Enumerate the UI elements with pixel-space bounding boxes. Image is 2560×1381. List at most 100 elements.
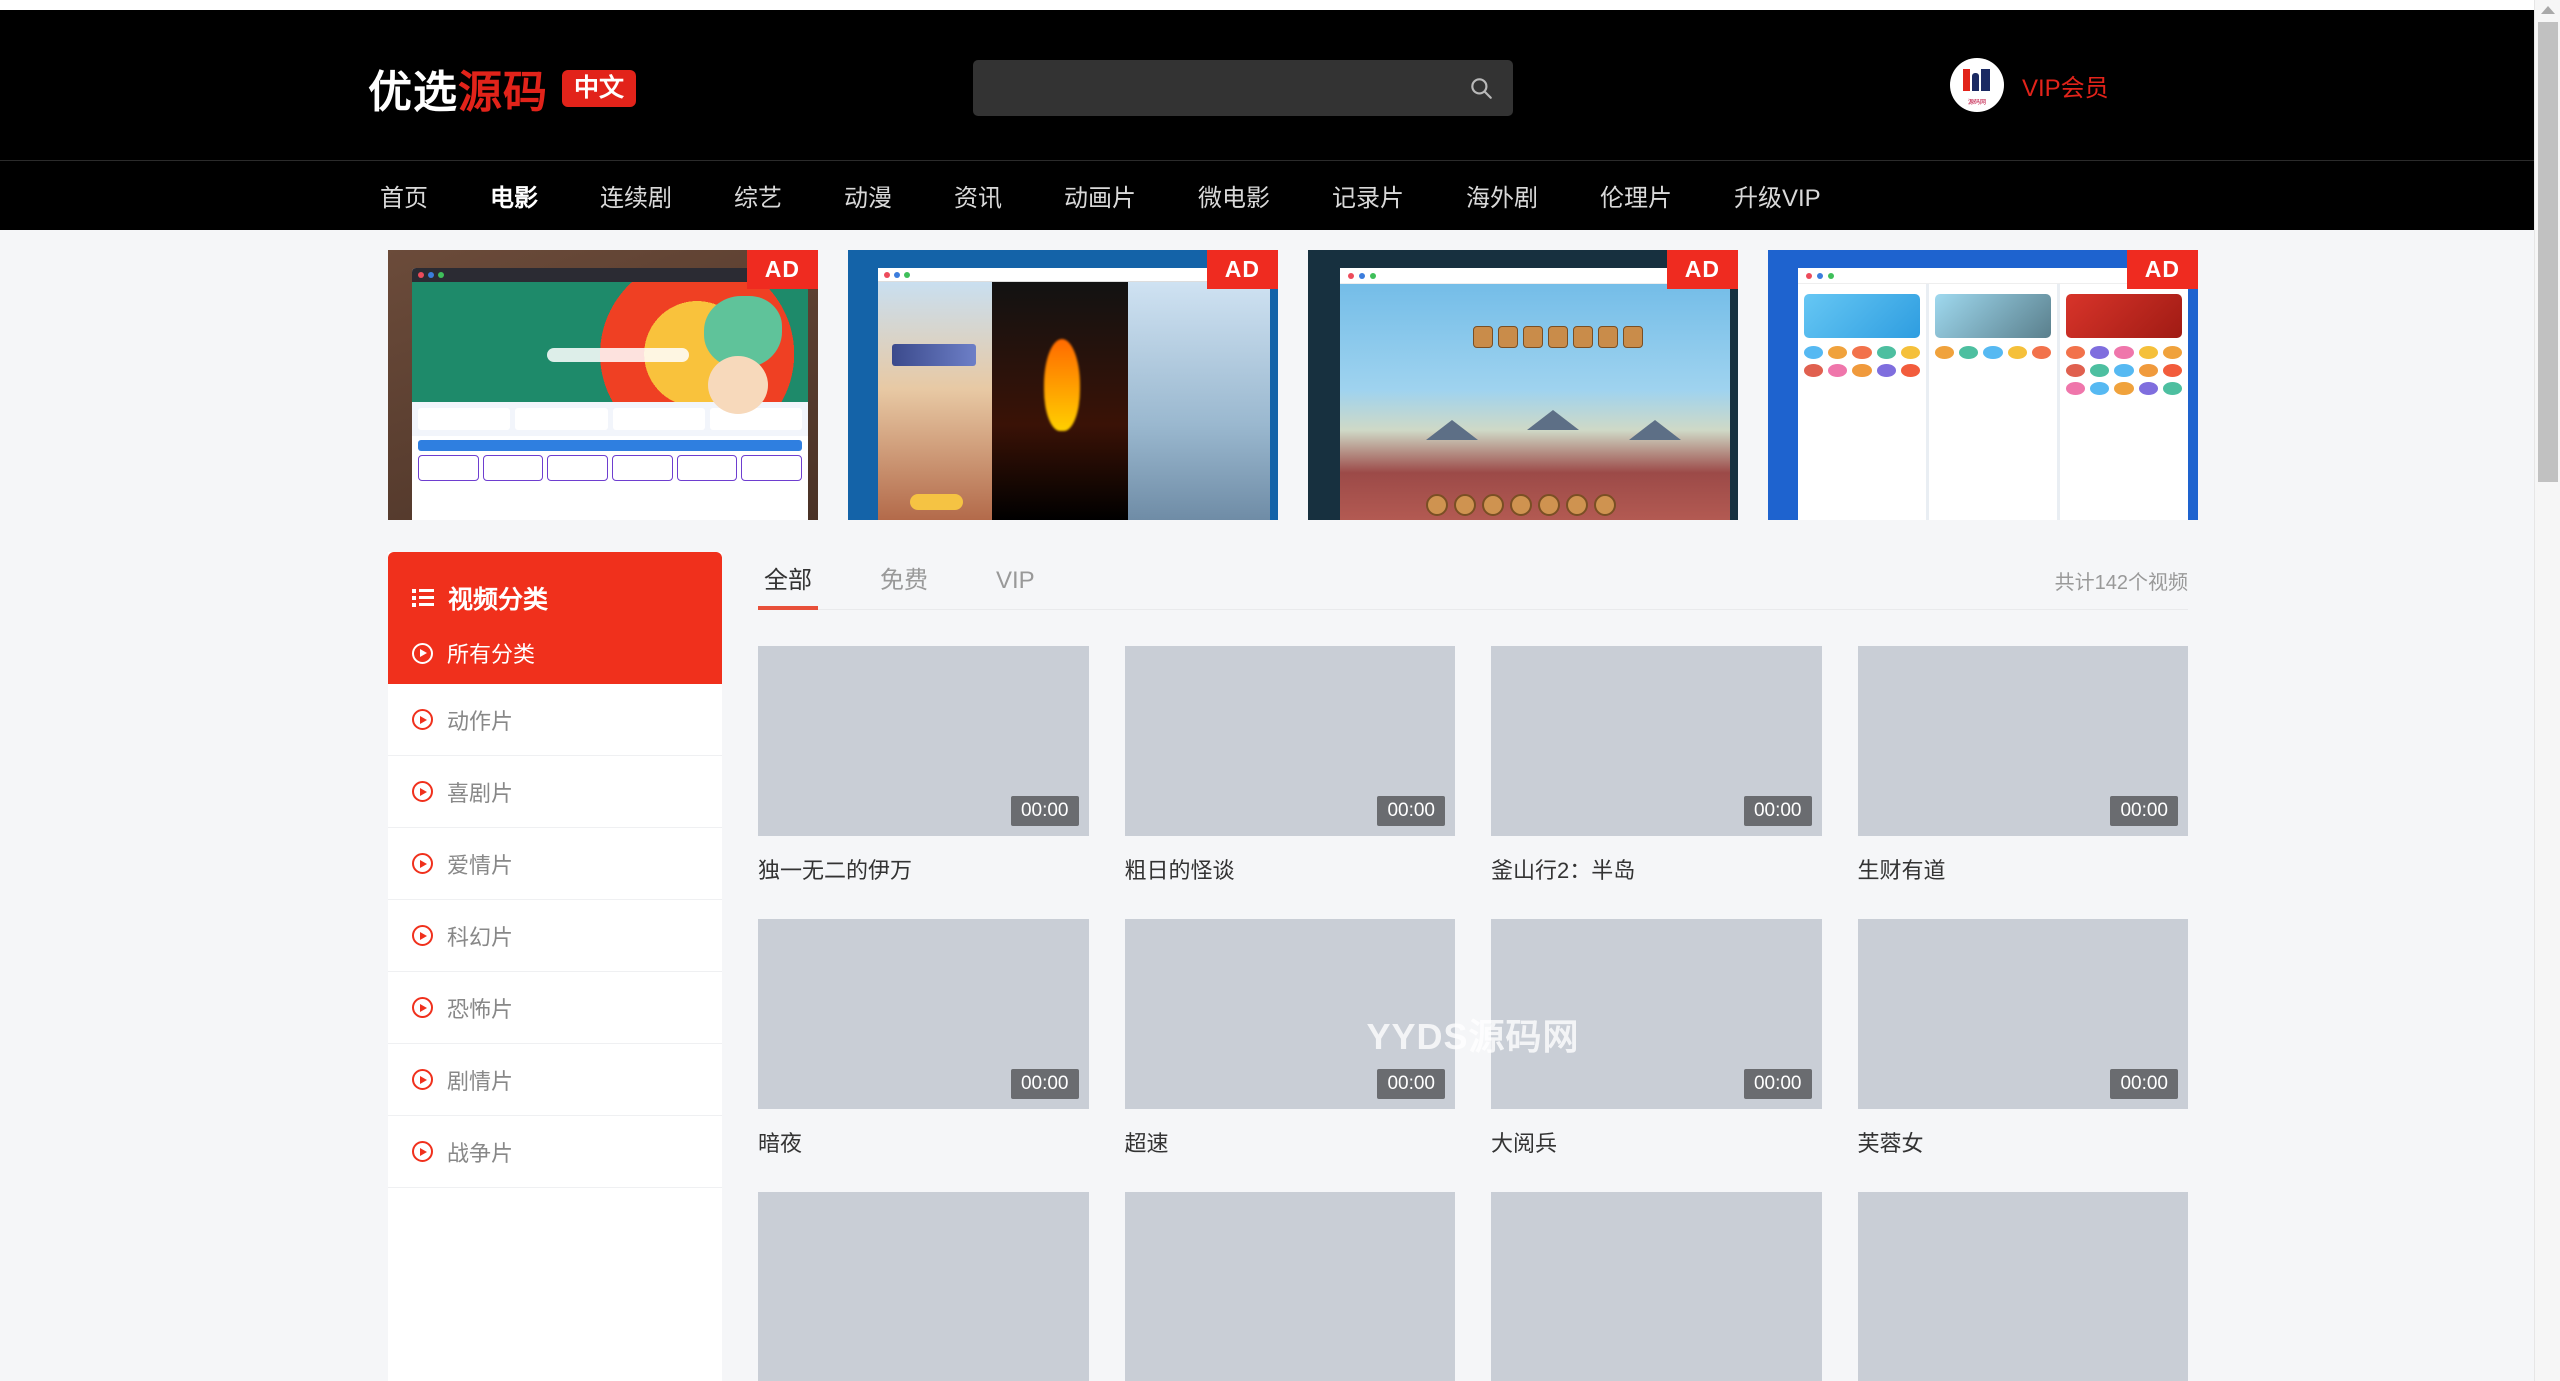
video-title: 釜山行2：半岛	[1491, 858, 1636, 883]
video-thumbnail[interactable]	[758, 1192, 1089, 1381]
video-card[interactable]: 00:00 生财有道	[1857, 646, 2188, 885]
video-card[interactable]: 00:00 独一无二的伊万	[758, 646, 1089, 885]
search-button[interactable]	[1449, 60, 1513, 116]
page-root: 优选 源码 中文 源码网 VIP会员 首页 电影 连续剧 综艺 动漫 资讯 动画…	[0, 0, 2560, 1381]
play-circle-icon	[412, 1069, 433, 1090]
sidebar-item-label: 爱情片	[447, 852, 514, 878]
video-thumbnail[interactable]	[1857, 1192, 2188, 1381]
browser-scrollbar[interactable]	[2534, 0, 2560, 1381]
sidebar-item-aiqingpian[interactable]: 爱情片	[388, 828, 722, 900]
ad-banner-3[interactable]: AD	[1308, 250, 1738, 520]
video-thumbnail[interactable]	[1491, 1192, 1822, 1381]
video-title: 大阅兵	[1491, 1131, 1558, 1156]
video-duration: 00:00	[1743, 796, 1812, 826]
video-thumbnail[interactable]: 00:00	[1491, 919, 1822, 1109]
video-card[interactable]	[1491, 1192, 1822, 1381]
sidebar-item-label: 喜剧片	[447, 780, 514, 806]
play-circle-icon	[412, 925, 433, 946]
nav-item-shengjivip[interactable]: 升级VIP	[1734, 178, 1821, 213]
sidebar-item-kehuanpian[interactable]: 科幻片	[388, 900, 722, 972]
nav-item-lunlipian[interactable]: 伦理片	[1600, 178, 1672, 213]
nav-item-jilupian[interactable]: 记录片	[1332, 178, 1404, 213]
sidebar-item-kongbupian[interactable]: 恐怖片	[388, 972, 722, 1044]
video-card[interactable]	[1124, 1192, 1455, 1381]
video-card[interactable]: 00:00 超速	[1124, 919, 1455, 1158]
logo-language-badge: 中文	[562, 69, 637, 107]
video-duration: 00:00	[2110, 796, 2178, 826]
video-thumbnail[interactable]: 00:00	[758, 919, 1089, 1109]
ad-banner-1[interactable]: AD	[388, 250, 818, 520]
video-title: 暗夜	[758, 1131, 803, 1156]
video-title: 生财有道	[1857, 858, 1946, 883]
nav-item-dianying[interactable]: 电影	[490, 178, 538, 213]
category-header: 视频分类 所有分类	[388, 552, 722, 684]
ad-banner-4[interactable]: AD	[1768, 250, 2198, 520]
video-card[interactable]: 00:00 芙蓉女	[1857, 919, 2188, 1158]
tab-vip[interactable]: VIP	[990, 567, 1041, 609]
nav-item-donghuapian[interactable]: 动画片	[1064, 178, 1136, 213]
ad-badge: AD	[1666, 250, 1738, 289]
video-grid: YYDS源码网 00:00 独一无二的伊万 00:00 粗日的怪谈 00:00	[758, 610, 2188, 1381]
nav-item-haiwaiju[interactable]: 海外剧	[1466, 178, 1538, 213]
video-card[interactable]: 00:00 粗日的怪谈	[1124, 646, 1455, 885]
video-duration: 00:00	[1377, 796, 1445, 826]
sidebar-item-label: 动作片	[447, 708, 514, 734]
video-title: 独一无二的伊万	[758, 858, 913, 883]
sidebar-item-xijupian[interactable]: 喜剧片	[388, 756, 722, 828]
video-thumbnail[interactable]: 00:00	[1491, 646, 1822, 836]
video-card[interactable]: 00:00 暗夜	[758, 919, 1089, 1158]
category-title-row: 视频分类	[388, 574, 722, 622]
tab-free[interactable]: 免费	[874, 560, 934, 609]
site-logo[interactable]: 优选 源码 中文	[368, 56, 637, 120]
sidebar-item-label: 战争片	[447, 1140, 514, 1166]
search-icon	[1471, 78, 1492, 99]
nav-item-weidianying[interactable]: 微电影	[1198, 178, 1270, 213]
site-header: 优选 源码 中文 源码网 VIP会员	[0, 10, 2542, 160]
video-thumbnail[interactable]: 00:00	[1857, 919, 2188, 1109]
nav-item-zixun[interactable]: 资讯	[954, 178, 1002, 213]
vip-label: VIP会员	[2022, 74, 2109, 102]
video-thumbnail[interactable]: 00:00	[1857, 646, 2188, 836]
ad-badge: AD	[2126, 250, 2198, 289]
search-input[interactable]	[973, 60, 1449, 116]
video-duration: 00:00	[1377, 1069, 1445, 1099]
ad-banner-row: AD AD AD AD	[388, 250, 2198, 520]
video-card[interactable]	[1857, 1192, 2188, 1381]
sidebar-item-all[interactable]: 所有分类	[388, 622, 722, 684]
avatar: 源码网	[1950, 58, 2004, 112]
sidebar-item-label: 科幻片	[447, 924, 514, 950]
browser-top-strip	[0, 0, 2542, 10]
sidebar-item-dongzuopian[interactable]: 动作片	[388, 684, 722, 756]
video-list-panel: 全部 免费 VIP 共计142个视频 YYDS源码网 00:00 独一无二的伊万…	[758, 552, 2188, 1381]
video-duration: 00:00	[1743, 1069, 1812, 1099]
nav-item-zongyi[interactable]: 综艺	[734, 178, 782, 213]
video-card[interactable]	[758, 1192, 1089, 1381]
category-sidebar: 视频分类 所有分类 动作片 喜剧片 爱情片 科幻片 恐怖片 剧情片 战争片	[388, 552, 722, 1381]
ad-banner-2[interactable]: AD	[848, 250, 1278, 520]
filter-tabs: 全部 免费 VIP 共计142个视频	[758, 552, 2188, 610]
content-area: 视频分类 所有分类 动作片 喜剧片 爱情片 科幻片 恐怖片 剧情片 战争片 全部…	[388, 552, 2188, 1381]
video-thumbnail[interactable]: 00:00	[1124, 646, 1455, 836]
logo-text-secondary: 源码	[458, 68, 548, 117]
vip-entry[interactable]: 源码网 VIP会员	[1950, 58, 2109, 112]
nav-item-dongman[interactable]: 动漫	[844, 178, 892, 213]
video-title: 超速	[1124, 1131, 1169, 1156]
search-bar[interactable]	[973, 60, 1513, 116]
video-duration: 00:00	[1010, 796, 1079, 826]
logo-text-primary: 优选	[368, 68, 458, 117]
video-thumbnail[interactable]	[1124, 1192, 1455, 1381]
video-thumbnail[interactable]: 00:00	[1124, 919, 1455, 1109]
category-title: 视频分类	[448, 586, 549, 614]
sidebar-item-juqingpian[interactable]: 剧情片	[388, 1044, 722, 1116]
avatar-label: 源码网	[1967, 100, 1986, 106]
nav-item-shouye[interactable]: 首页	[380, 178, 428, 213]
nav-item-lianxuju[interactable]: 连续剧	[600, 178, 672, 213]
scrollbar-thumb[interactable]	[2538, 22, 2558, 482]
video-thumbnail[interactable]: 00:00	[758, 646, 1089, 836]
video-duration: 00:00	[2110, 1069, 2178, 1099]
tab-all[interactable]: 全部	[758, 560, 818, 610]
scroll-up-arrow-icon[interactable]	[2540, 6, 2555, 14]
video-card[interactable]: 00:00 大阅兵	[1491, 919, 1822, 1158]
sidebar-item-zhanzhengpian[interactable]: 战争片	[388, 1116, 722, 1188]
video-card[interactable]: 00:00 釜山行2：半岛	[1491, 646, 1822, 885]
